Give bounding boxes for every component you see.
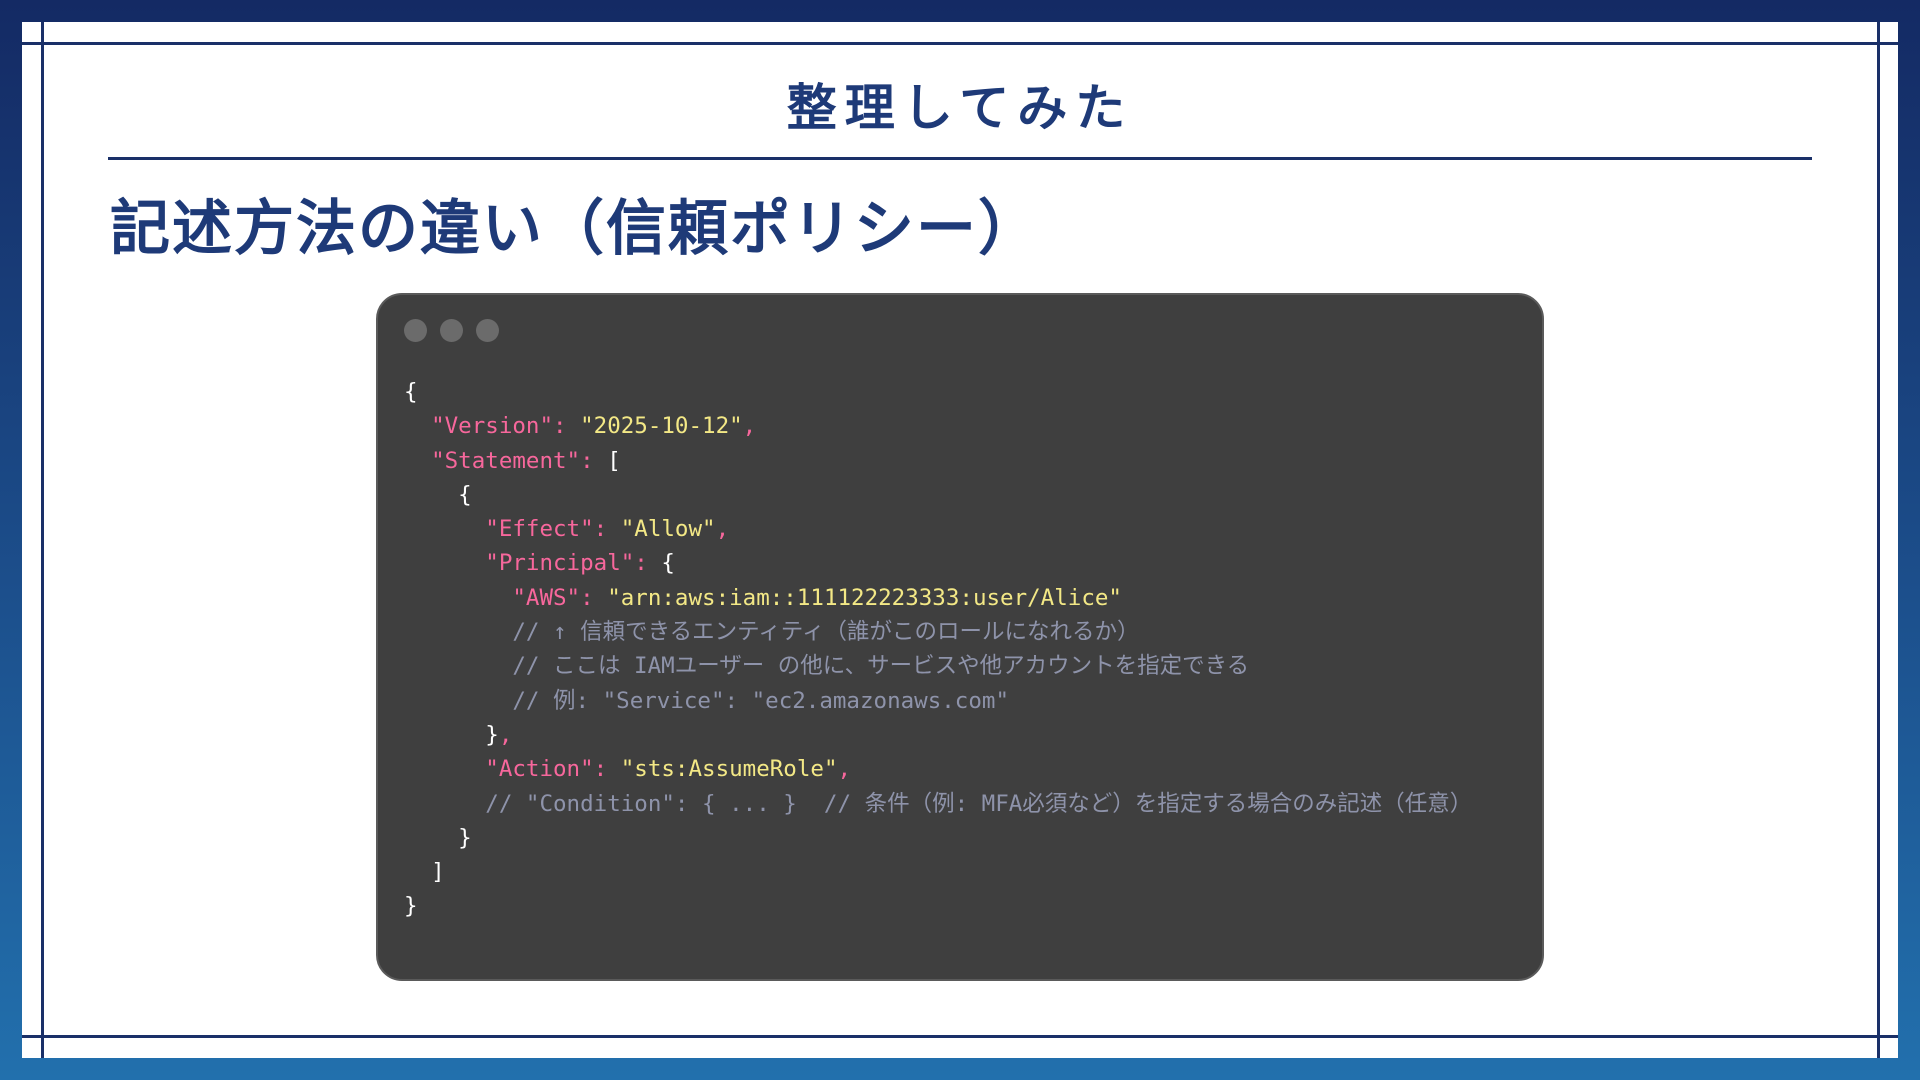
code-punctuation xyxy=(404,585,512,611)
code-string: "sts:AssumeRole" xyxy=(620,756,838,783)
code-line: // 例: "Service": "ec2.amazonaws.com" xyxy=(404,684,1472,718)
frame-line-top xyxy=(22,42,1898,45)
frame-line-right xyxy=(1877,22,1880,1058)
code-key: , xyxy=(498,721,513,748)
code-line: ] xyxy=(404,855,1472,889)
header-divider xyxy=(108,157,1812,160)
code-punctuation xyxy=(404,756,485,782)
code-line: "AWS": "arn:aws:iam::111122223333:user/A… xyxy=(404,581,1472,615)
code-line: } xyxy=(404,889,1472,923)
frame-line-left xyxy=(41,22,44,1058)
code-key: "Principal": xyxy=(485,550,662,577)
code-punctuation xyxy=(404,413,431,439)
code-line: { xyxy=(404,375,1472,409)
window-controls xyxy=(404,319,499,342)
code-key: "Statement": xyxy=(431,447,608,474)
code-window: { "Version": "2025-10-12", "Statement": … xyxy=(376,293,1544,981)
section-title: 記述方法の違い（信頼ポリシー） xyxy=(110,194,1040,264)
code-line: // ここは IAMユーザー の他に、サービスや他アカウントを指定できる xyxy=(404,649,1472,683)
code-line: "Principal": { xyxy=(404,546,1472,580)
code-block: { "Version": "2025-10-12", "Statement": … xyxy=(404,375,1472,924)
code-comment: // "Condition": { ... } // 条件（例: MFA必須など… xyxy=(404,790,1473,817)
code-line: "Statement": [ xyxy=(404,444,1472,478)
code-line: "Version": "2025-10-12", xyxy=(404,409,1472,443)
code-punctuation xyxy=(404,550,485,576)
code-punctuation: { xyxy=(404,379,418,405)
code-key: "Effect": xyxy=(485,516,621,543)
window-dot-icon xyxy=(404,319,427,342)
code-punctuation: { xyxy=(661,550,675,577)
code-string: "arn:aws:iam::111122223333:user/Alice" xyxy=(607,584,1122,611)
frame-line-bottom xyxy=(22,1035,1898,1038)
code-line: // "Condition": { ... } // 条件（例: MFA必須など… xyxy=(404,787,1472,821)
code-comment: // 例: "Service": "ec2.amazonaws.com" xyxy=(404,687,1009,714)
code-string: "Allow" xyxy=(620,516,716,543)
code-line: "Action": "sts:AssumeRole", xyxy=(404,752,1472,786)
code-string: "2025-10-12" xyxy=(580,413,743,440)
window-dot-icon xyxy=(440,319,463,342)
code-key: , xyxy=(742,413,757,440)
code-key: "Version": xyxy=(431,413,581,440)
code-punctuation: } xyxy=(404,721,499,748)
code-punctuation: ] xyxy=(404,859,445,886)
code-punctuation xyxy=(404,516,485,542)
window-dot-icon xyxy=(476,319,499,342)
code-punctuation: } xyxy=(404,893,418,920)
code-key: , xyxy=(837,756,852,783)
code-punctuation: [ xyxy=(607,447,621,474)
code-line: } xyxy=(404,821,1472,855)
code-punctuation: { xyxy=(404,481,472,508)
code-line: "Effect": "Allow", xyxy=(404,512,1472,546)
code-comment: // ↑ 信頼できるエンティティ（誰がこのロールになれるか） xyxy=(404,619,1140,646)
code-line: // ↑ 信頼できるエンティティ（誰がこのロールになれるか） xyxy=(404,615,1472,649)
code-punctuation: } xyxy=(404,824,472,851)
code-comment: // ここは IAMユーザー の他に、サービスや他アカウントを指定できる xyxy=(404,653,1250,680)
code-key: "Action": xyxy=(485,756,621,783)
code-punctuation xyxy=(404,448,431,474)
header-title: 整理してみた xyxy=(786,79,1134,137)
code-key: , xyxy=(715,516,730,543)
code-key: "AWS": xyxy=(512,584,608,611)
code-line: }, xyxy=(404,718,1472,752)
code-line: { xyxy=(404,478,1472,512)
